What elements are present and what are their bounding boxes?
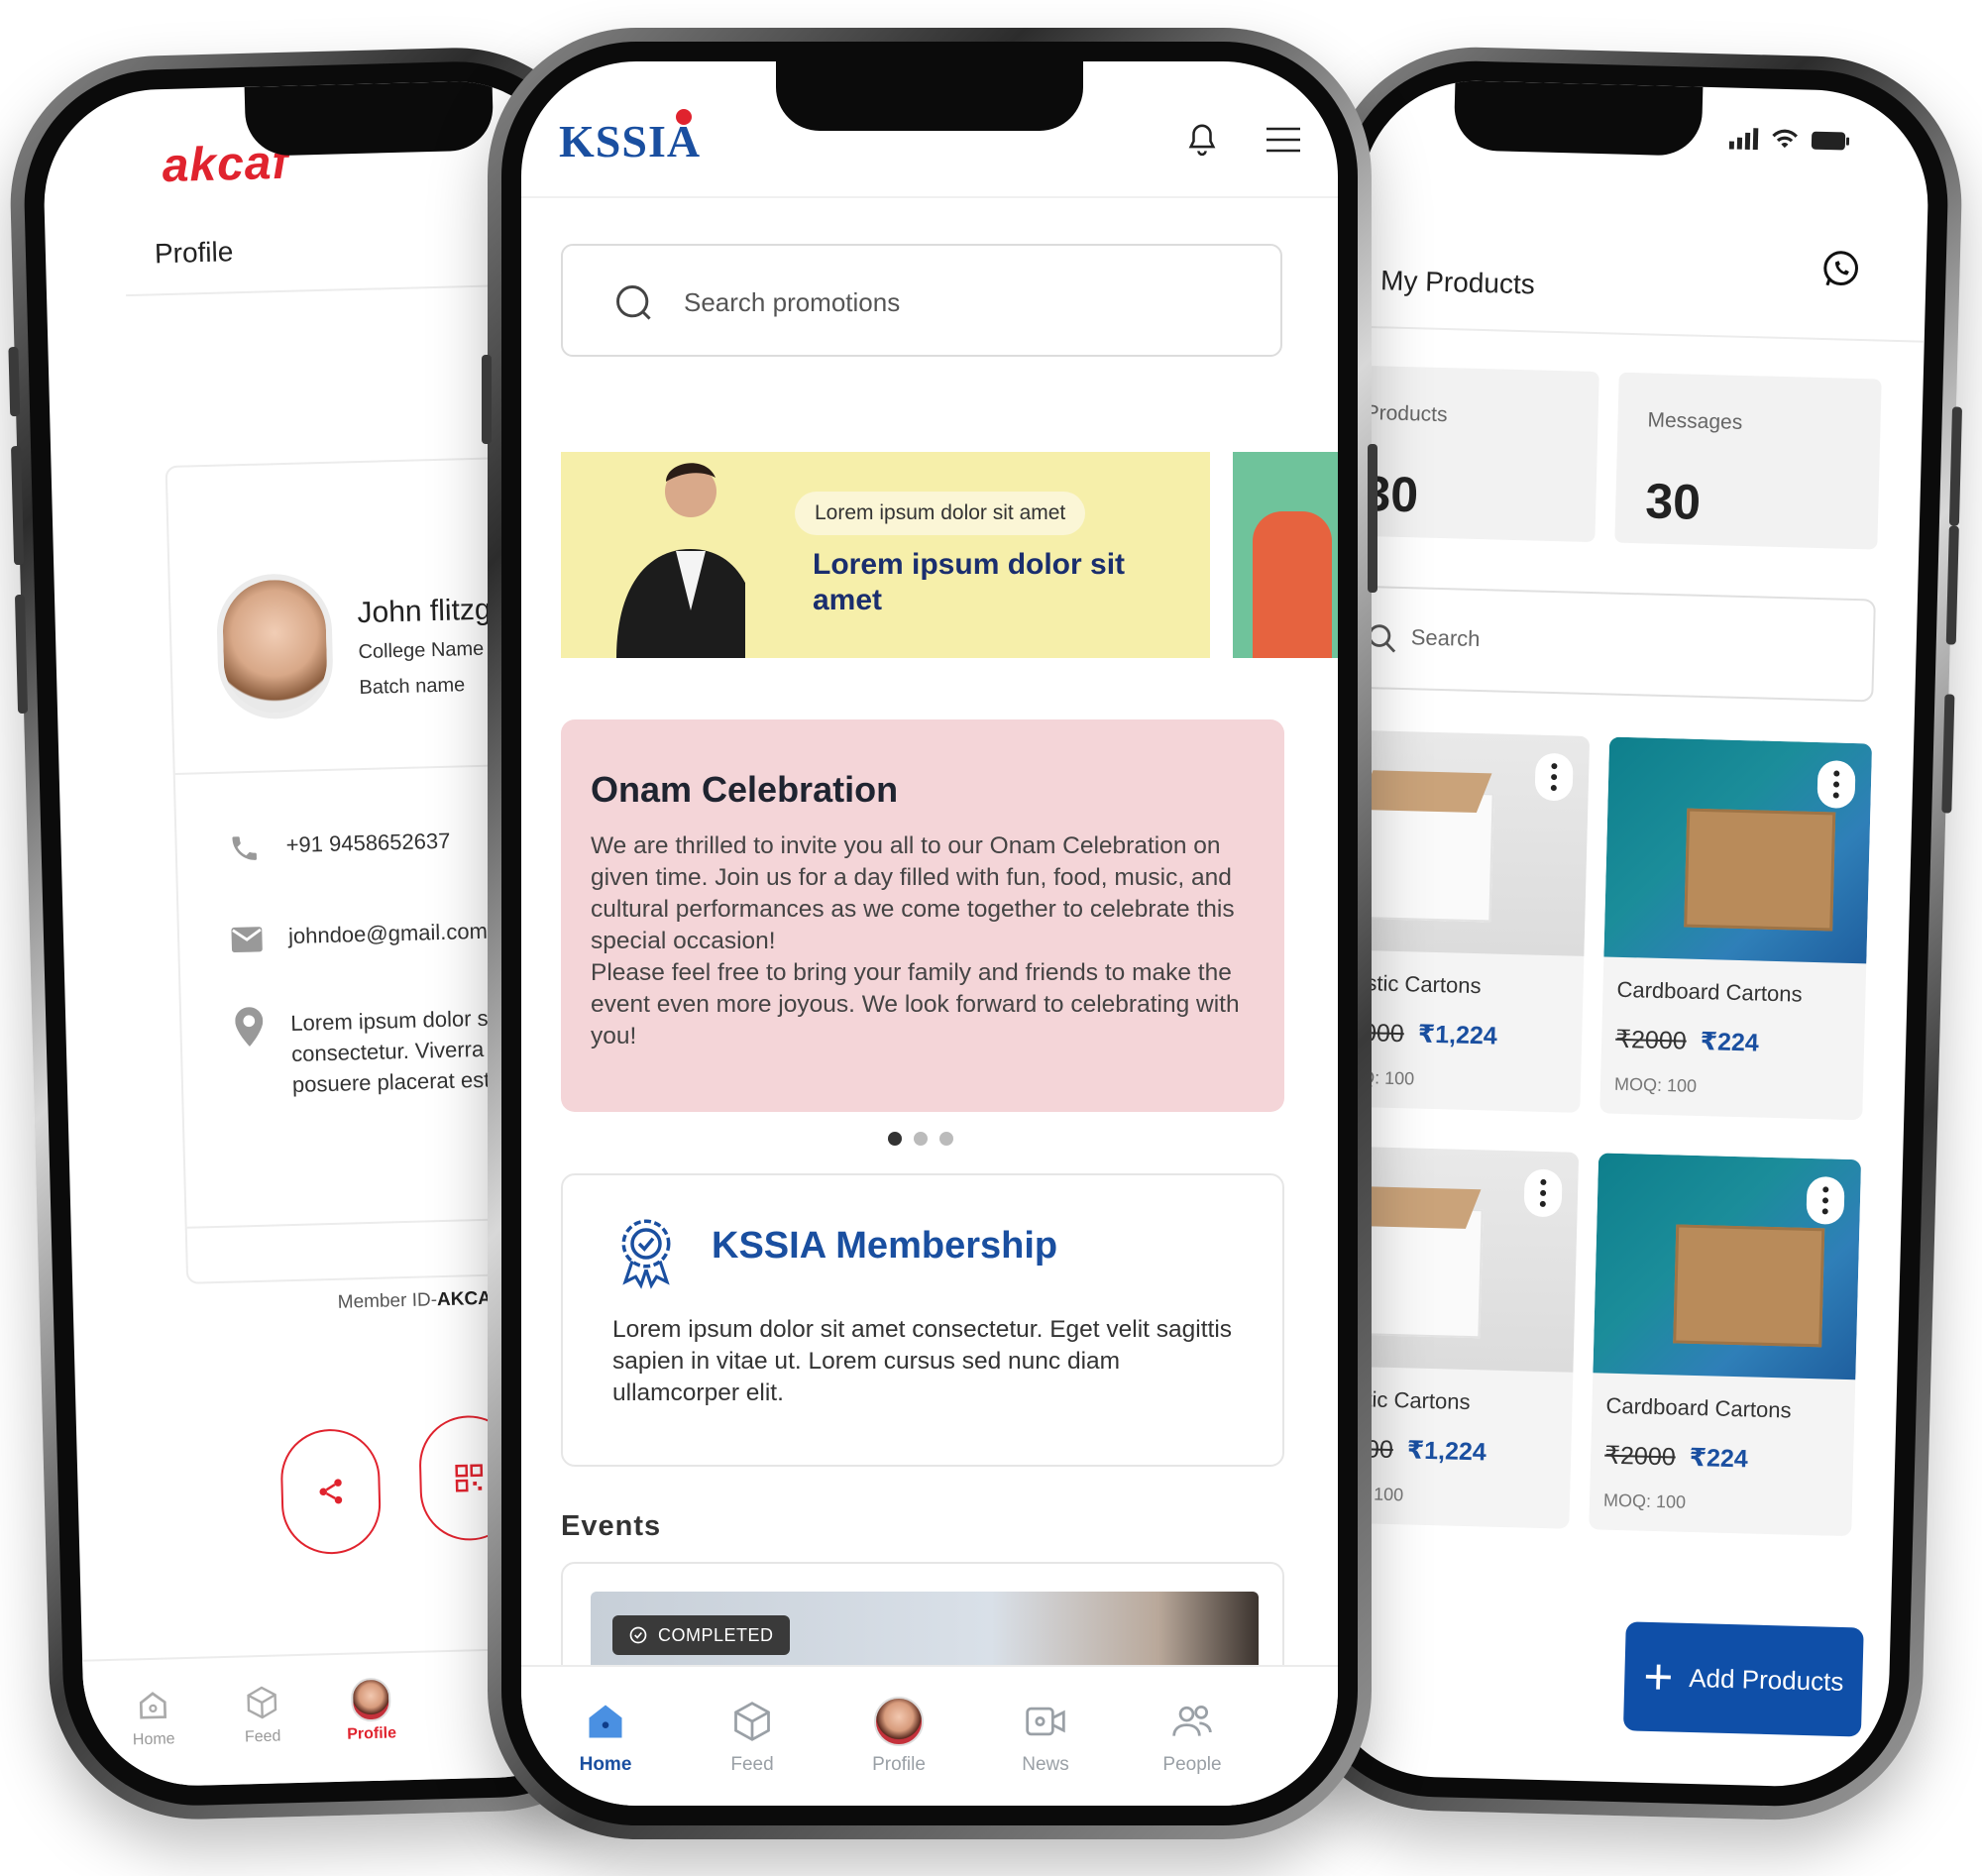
nav-feed[interactable]: Feed <box>222 1680 303 1747</box>
promo-headline: Lorem ipsum dolor sit amet <box>813 548 1126 616</box>
event-card[interactable]: Onam Celebration We are thrilled to invi… <box>561 719 1284 1112</box>
home-icon <box>113 1683 193 1728</box>
carousel-dot[interactable] <box>914 1132 928 1146</box>
video-icon <box>991 1695 1100 1748</box>
phone-icon <box>226 830 263 867</box>
status-badge: COMPLETED <box>612 1615 790 1655</box>
promo-person-image <box>616 463 745 658</box>
phone-notch <box>776 61 1083 131</box>
carousel-dot[interactable] <box>888 1132 902 1146</box>
search-input[interactable]: Search promotions <box>561 244 1282 357</box>
more-options-icon[interactable] <box>1806 1175 1845 1225</box>
avatar <box>215 572 335 720</box>
contact-email[interactable]: johndoe@gmail.com <box>229 916 489 958</box>
share-icon <box>319 1479 343 1504</box>
divider <box>1357 325 1925 343</box>
page-title: Profile <box>154 236 234 270</box>
divider <box>521 196 1338 198</box>
location-pin-icon <box>231 1007 268 1047</box>
status-bar <box>1728 127 1851 152</box>
cube-icon <box>698 1695 807 1748</box>
bottom-nav: Home Feed Profile News People <box>521 1665 1338 1806</box>
phone-notch <box>1454 80 1704 157</box>
side-button <box>11 445 25 566</box>
promo-banner[interactable] <box>1233 452 1338 658</box>
kssia-screen: KSSIA Search promotions Lorem ipsum dolo… <box>521 61 1338 1806</box>
side-button <box>14 594 29 715</box>
search-icon <box>616 285 651 320</box>
side-button <box>482 355 492 444</box>
nav-home[interactable]: Home <box>113 1683 194 1750</box>
nav-profile[interactable]: Profile <box>331 1677 412 1744</box>
check-circle-icon <box>629 1626 647 1644</box>
nav-feed[interactable]: Feed <box>698 1695 807 1776</box>
promo-banner[interactable]: Lorem ipsum dolor sit amet Lorem ipsum d… <box>561 452 1210 658</box>
share-button[interactable] <box>279 1427 383 1556</box>
price: ₹2000 ₹224 <box>1603 1441 1749 1474</box>
phone-right: My Products Products 30 Messages 30 Sear… <box>1284 43 1966 1824</box>
plus-icon <box>1645 1664 1671 1690</box>
nav-home[interactable]: Home <box>551 1695 660 1776</box>
add-products-button[interactable]: Add Products <box>1622 1621 1864 1737</box>
profile-batch: Batch name <box>359 674 466 700</box>
section-title: Events <box>561 1510 662 1542</box>
wifi-icon <box>1772 129 1798 149</box>
membership-title: KSSIA Membership <box>712 1225 1058 1267</box>
notification-bell-icon[interactable] <box>1185 121 1219 164</box>
more-options-icon[interactable] <box>1817 760 1856 810</box>
carousel-dot[interactable] <box>939 1132 953 1146</box>
product-card[interactable]: Cardboard Cartons ₹2000 ₹224 MOQ: 100 <box>1599 736 1873 1121</box>
phone-notch <box>244 80 495 157</box>
nav-people[interactable]: People <box>1138 1695 1247 1776</box>
price: ₹2000 ₹224 <box>1614 1025 1760 1057</box>
more-options-icon[interactable] <box>1523 1168 1563 1218</box>
contact-phone[interactable]: +91 9458652637 <box>226 826 451 867</box>
stat-card-messages: Messages 30 <box>1614 372 1882 550</box>
products-screen: My Products Products 30 Messages 30 Sear… <box>1319 77 1931 1790</box>
profile-college: College Name <box>358 637 485 664</box>
side-button <box>1945 525 1959 645</box>
mail-icon <box>229 922 266 958</box>
carousel-indicator[interactable] <box>888 1132 953 1146</box>
side-button <box>1941 694 1955 814</box>
whatsapp-icon[interactable] <box>1820 249 1861 294</box>
award-badge-icon <box>621 1219 671 1289</box>
event-title: Onam Celebration <box>591 769 899 810</box>
logo-dot <box>676 109 692 125</box>
promo-pill: Lorem ipsum dolor sit amet <box>795 492 1086 535</box>
nav-profile[interactable]: Profile <box>844 1695 953 1776</box>
email-address: johndoe@gmail.com <box>287 918 489 949</box>
kssia-logo: KSSIA <box>559 109 701 167</box>
side-button <box>1368 444 1377 593</box>
avatar <box>874 1697 924 1746</box>
product-card[interactable]: Cardboard Cartons ₹2000 ₹224 MOQ: 100 <box>1589 1153 1862 1537</box>
phone-number: +91 9458652637 <box>285 828 451 858</box>
more-options-icon[interactable] <box>1534 752 1574 802</box>
event-description: We are thrilled to invite you all to our… <box>591 832 1240 1049</box>
search-input[interactable]: Search <box>1319 584 1876 703</box>
signal-icon <box>1728 128 1759 151</box>
cube-icon <box>222 1680 302 1725</box>
people-icon <box>1138 1695 1247 1748</box>
page-title: My Products <box>1379 265 1536 300</box>
hamburger-menu-icon[interactable] <box>1265 127 1302 158</box>
home-icon <box>551 1695 660 1748</box>
avatar <box>350 1677 391 1722</box>
membership-card[interactable]: KSSIA Membership Lorem ipsum dolor sit a… <box>561 1173 1284 1467</box>
membership-description: Lorem ipsum dolor sit amet consectetur. … <box>612 1316 1233 1406</box>
side-button <box>8 346 21 417</box>
qr-code-icon <box>455 1464 484 1492</box>
phone-center: KSSIA Search promotions Lorem ipsum dolo… <box>482 28 1377 1839</box>
nav-news[interactable]: News <box>991 1695 1100 1776</box>
side-button <box>1948 406 1963 526</box>
battery-icon <box>1811 131 1850 151</box>
